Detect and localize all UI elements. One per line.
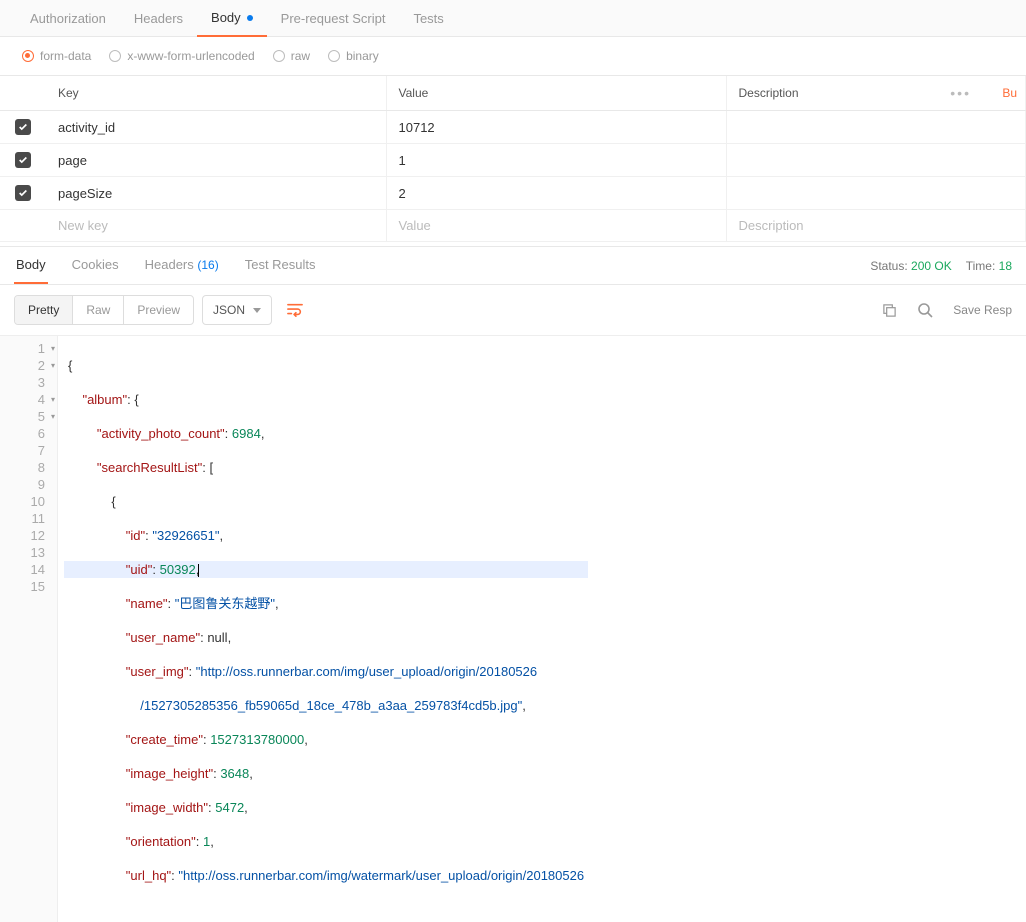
radio-urlencoded[interactable]: x-www-form-urlencoded — [109, 49, 254, 63]
radio-label: x-www-form-urlencoded — [127, 49, 254, 63]
tab-authorization[interactable]: Authorization — [16, 0, 120, 36]
request-tabs: Authorization Headers Body Pre-request S… — [0, 0, 1026, 37]
time-label: Time: — [966, 259, 996, 273]
table-row[interactable]: page 1 — [0, 144, 1026, 177]
col-key[interactable]: Key — [46, 76, 386, 111]
tab-prerequest[interactable]: Pre-request Script — [267, 0, 400, 36]
tab-body[interactable]: Body — [197, 0, 267, 37]
tab-headers[interactable]: Headers — [120, 0, 197, 36]
radio-label: form-data — [40, 49, 91, 63]
radio-icon — [273, 50, 285, 62]
response-tabs: Body Cookies Headers (16) Test Results — [14, 247, 318, 284]
view-raw-button[interactable]: Raw — [73, 296, 124, 324]
copy-button[interactable] — [875, 296, 903, 324]
status-label: Status: — [870, 259, 907, 273]
code-content[interactable]: { "album": { "activity_photo_count": 698… — [58, 336, 588, 922]
tab-tests[interactable]: Tests — [399, 0, 457, 36]
wrap-lines-button[interactable] — [280, 295, 310, 325]
resp-tab-testresults[interactable]: Test Results — [243, 247, 318, 284]
desc-cell[interactable] — [726, 177, 1026, 210]
response-toolbar: Pretty Raw Preview JSON Save Resp — [0, 285, 1026, 335]
save-response-button[interactable]: Save Resp — [947, 303, 1012, 317]
radio-binary[interactable]: binary — [328, 49, 379, 63]
status-value: 200 OK — [911, 259, 952, 273]
col-desc-label: Description — [739, 86, 799, 100]
new-desc-input[interactable]: Description — [726, 210, 1026, 242]
new-value-input[interactable]: Value — [386, 210, 726, 242]
search-button[interactable] — [911, 296, 939, 324]
view-pretty-button[interactable]: Pretty — [15, 296, 73, 324]
bulk-edit-button[interactable]: Bu — [1002, 86, 1017, 100]
radio-raw[interactable]: raw — [273, 49, 310, 63]
response-bar: Body Cookies Headers (16) Test Results S… — [0, 246, 1026, 285]
view-mode-buttons: Pretty Raw Preview — [14, 295, 194, 325]
radio-icon — [328, 50, 340, 62]
radio-icon — [109, 50, 121, 62]
radio-form-data[interactable]: form-data — [22, 49, 91, 63]
resp-tab-headers-label: Headers — [145, 257, 194, 272]
headers-count: (16) — [197, 258, 218, 272]
form-data-table: Key Value Description ••• Bu activity_id… — [0, 76, 1026, 242]
response-body-editor[interactable]: 1 2 3 4 5 6 7 8 9 10 11 12 13 14 15 { "a… — [0, 335, 1026, 922]
value-cell[interactable]: 10712 — [386, 111, 726, 144]
more-options-icon[interactable]: ••• — [950, 85, 971, 101]
col-description[interactable]: Description ••• Bu — [726, 76, 1026, 111]
key-cell[interactable]: page — [46, 144, 386, 177]
checkbox-checked-icon[interactable] — [15, 185, 31, 201]
format-select[interactable]: JSON — [202, 295, 272, 325]
resp-tab-headers[interactable]: Headers (16) — [143, 247, 221, 284]
text-cursor-icon — [198, 564, 199, 577]
desc-cell[interactable] — [726, 144, 1026, 177]
radio-label: raw — [291, 49, 310, 63]
checkbox-checked-icon[interactable] — [15, 152, 31, 168]
view-preview-button[interactable]: Preview — [124, 296, 193, 324]
time-value: 18 — [999, 259, 1012, 273]
radio-checked-icon — [22, 50, 34, 62]
checkbox-checked-icon[interactable] — [15, 119, 31, 135]
radio-label: binary — [346, 49, 379, 63]
table-row[interactable]: activity_id 10712 — [0, 111, 1026, 144]
tab-body-label: Body — [211, 10, 241, 25]
key-cell[interactable]: pageSize — [46, 177, 386, 210]
value-cell[interactable]: 1 — [386, 144, 726, 177]
resp-tab-body[interactable]: Body — [14, 247, 48, 284]
col-value[interactable]: Value — [386, 76, 726, 111]
format-select-label: JSON — [213, 303, 245, 317]
response-meta: Status: 200 OK Time: 18 — [870, 259, 1012, 273]
chevron-down-icon — [253, 308, 261, 313]
table-row[interactable]: pageSize 2 — [0, 177, 1026, 210]
body-type-radios: form-data x-www-form-urlencoded raw bina… — [0, 37, 1026, 76]
key-cell[interactable]: activity_id — [46, 111, 386, 144]
value-cell[interactable]: 2 — [386, 177, 726, 210]
unsaved-dot-icon — [247, 15, 253, 21]
new-key-input[interactable]: New key — [46, 210, 386, 242]
desc-cell[interactable] — [726, 111, 1026, 144]
resp-tab-cookies[interactable]: Cookies — [70, 247, 121, 284]
line-gutter: 1 2 3 4 5 6 7 8 9 10 11 12 13 14 15 — [0, 336, 58, 922]
table-new-row[interactable]: New key Value Description — [0, 210, 1026, 242]
